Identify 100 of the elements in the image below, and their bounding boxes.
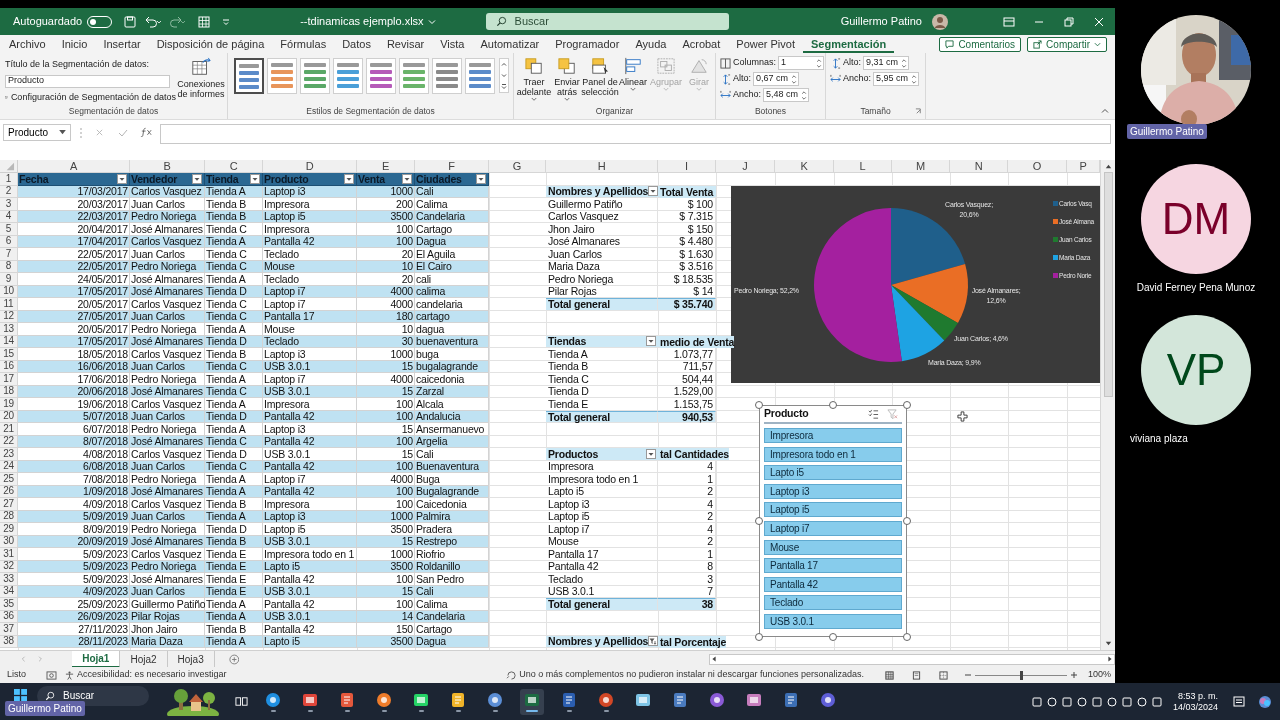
tray-icon[interactable] (1136, 696, 1147, 707)
name-box[interactable]: Producto (3, 124, 71, 141)
horizontal-scrollbar[interactable] (709, 653, 1115, 665)
close-icon[interactable] (1093, 15, 1105, 28)
tray-icon[interactable] (1076, 696, 1087, 707)
slicer-item[interactable]: Teclado (764, 595, 902, 611)
row-header[interactable]: 23 (0, 448, 18, 461)
ribbon-tab[interactable]: Archivo (1, 36, 54, 53)
ribbon-tab[interactable]: Fórmulas (272, 36, 335, 53)
slicer-item[interactable]: Laptop i3 (764, 483, 902, 499)
customize-icon[interactable] (222, 17, 231, 26)
slicer-settings-button[interactable]: Configuración de Segmentación de datos (5, 90, 176, 104)
accessibility-button[interactable]: Accesibilidad: es necesario investigar (65, 668, 227, 682)
column-header[interactable]: J (716, 160, 775, 173)
filter-dropdown-button[interactable] (648, 186, 659, 197)
save-icon[interactable] (124, 15, 137, 28)
slicer-item[interactable]: Laptop i7 (764, 520, 902, 536)
column-header[interactable]: D (263, 160, 357, 173)
column-header[interactable]: B (130, 160, 205, 173)
caption-input[interactable]: Producto (5, 74, 170, 88)
ribbon-tab[interactable]: Programador (547, 36, 628, 53)
row-header[interactable]: 13 (0, 323, 18, 336)
row-header[interactable]: 9 (0, 273, 18, 286)
column-header[interactable]: N (950, 160, 1008, 173)
zoom-slider-thumb[interactable] (1019, 670, 1023, 680)
formula-input[interactable] (160, 124, 1111, 144)
row-header[interactable]: 35 (0, 598, 18, 611)
slicer-item[interactable]: Pantalla 42 (764, 576, 902, 592)
ribbon-tab[interactable]: Power Pivot (728, 36, 803, 53)
tray-icon[interactable] (1091, 696, 1102, 707)
zoom-in-icon[interactable] (1069, 671, 1078, 679)
spinner-arrows-icon[interactable] (911, 73, 918, 85)
spin-field[interactable]: 5,48 cm (763, 88, 810, 102)
ribbon-tab[interactable]: Datos (334, 36, 379, 53)
spin-field[interactable]: 9,31 cm (863, 56, 909, 70)
page-break-icon[interactable] (938, 670, 948, 680)
column-header[interactable]: E (357, 160, 415, 173)
filter-dropdown-button[interactable] (476, 173, 486, 184)
filter-applied-button[interactable] (648, 636, 659, 647)
filter-dropdown-button[interactable] (344, 173, 354, 184)
column-header[interactable]: K (775, 160, 834, 173)
avatar-icon[interactable] (932, 13, 948, 30)
slicer-item[interactable]: Mouse (764, 539, 902, 555)
arrange-button[interactable]: Traer adelante (518, 57, 550, 105)
report-connections-button[interactable]: Conexiones de informes (176, 53, 226, 105)
clock-time[interactable]: 8:53 p. m. (1177, 690, 1218, 702)
slicer-item[interactable]: Laptop i5 (764, 502, 902, 518)
row-header[interactable]: 5 (0, 223, 18, 236)
filter-dropdown-button[interactable] (117, 173, 127, 184)
filter-dropdown-button[interactable] (192, 173, 202, 184)
column-header[interactable]: A (18, 160, 130, 173)
slicer-item[interactable]: Impresora (764, 428, 902, 443)
clock-date[interactable]: 14/03/2024 (1172, 701, 1218, 713)
ribbon-tab[interactable]: Ayuda (627, 36, 675, 53)
column-header[interactable]: G (489, 160, 546, 173)
column-header[interactable]: I (658, 160, 716, 173)
tray-icon[interactable] (1061, 696, 1072, 707)
tray-icon[interactable] (1031, 696, 1042, 707)
comments-button[interactable]: Comentarios (939, 37, 1022, 52)
row-header[interactable]: 17 (0, 373, 18, 386)
copilot-icon[interactable] (1258, 694, 1272, 709)
slicer-item[interactable]: Impresora todo en 1 (764, 446, 902, 462)
ribbon-display-icon[interactable] (1003, 15, 1015, 28)
restore-icon[interactable] (1063, 15, 1075, 28)
row-header[interactable]: 3 (0, 198, 18, 211)
scroll-left-icon[interactable] (710, 655, 719, 663)
spinner-arrows-icon[interactable] (791, 73, 797, 85)
row-header[interactable]: 37 (0, 623, 18, 636)
taskbar-app-button[interactable] (520, 688, 544, 715)
scroll-right-icon[interactable] (1106, 655, 1114, 663)
spinner-arrows-icon[interactable] (816, 57, 823, 69)
page-layout-icon[interactable] (911, 670, 921, 680)
spin-field[interactable]: 1 (778, 56, 825, 70)
column-header[interactable]: P (1067, 160, 1100, 173)
row-header[interactable]: 29 (0, 523, 18, 536)
dialog-launcher-icon[interactable] (915, 108, 922, 115)
sheet-tab[interactable]: Hoja1 (72, 650, 121, 668)
tray-icon[interactable] (1046, 696, 1057, 707)
tray-icon[interactable] (1121, 696, 1132, 707)
column-header[interactable]: O (1008, 160, 1067, 173)
multi-select-icon[interactable] (868, 408, 879, 420)
row-header[interactable]: 11 (0, 298, 18, 311)
row-header[interactable]: 15 (0, 348, 18, 361)
ribbon-tab[interactable]: Vista (432, 36, 473, 53)
filter-dropdown-button[interactable] (402, 173, 412, 184)
row-header[interactable]: 33 (0, 573, 18, 586)
spin-field[interactable]: 5,95 cm (873, 72, 920, 86)
column-header[interactable]: M (892, 160, 950, 173)
column-header[interactable]: L (834, 160, 892, 173)
filter-dropdown-button[interactable] (646, 448, 656, 459)
column-header[interactable]: H (546, 160, 658, 173)
add-sheet-icon[interactable] (228, 653, 240, 665)
row-header[interactable]: 31 (0, 548, 18, 561)
spinner-arrows-icon[interactable] (901, 57, 907, 69)
notification-icon[interactable] (1233, 695, 1245, 708)
table-icon[interactable] (198, 15, 211, 28)
column-header[interactable]: F (415, 160, 489, 173)
slicer-item[interactable]: Lapto i5 (764, 465, 902, 481)
normal-view-icon[interactable] (884, 670, 894, 680)
task-view-icon[interactable] (235, 695, 248, 708)
